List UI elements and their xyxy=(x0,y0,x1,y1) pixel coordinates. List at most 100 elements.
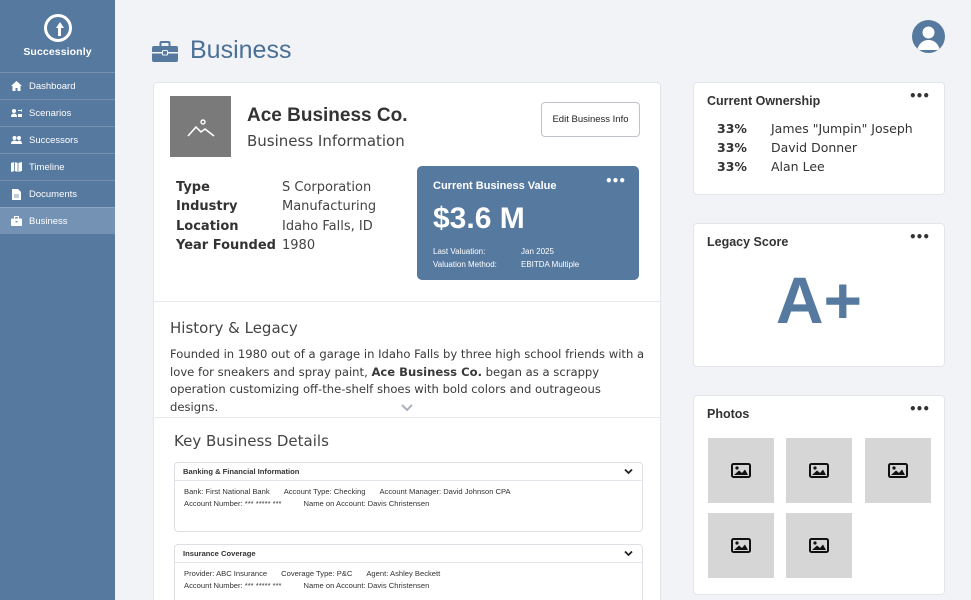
valuation-method-value: EBITDA Multiple xyxy=(521,260,580,269)
sidebar-item-label: Scenarios xyxy=(29,107,72,119)
logo-arrow-icon xyxy=(43,14,72,42)
users-icon xyxy=(11,135,22,145)
detail-bank: Bank: First National Bank xyxy=(184,487,270,496)
photo-thumbnail[interactable] xyxy=(708,513,774,578)
sidebar-item-label: Business xyxy=(29,215,68,227)
sidebar-item-label: Timeline xyxy=(29,161,65,173)
page-header: Business xyxy=(152,36,291,65)
user-icon xyxy=(917,26,940,50)
accordion-title: Banking & Financial Information xyxy=(183,467,300,476)
business-name: Ace Business Co. xyxy=(247,105,408,126)
business-subtitle: Business Information xyxy=(247,132,405,150)
key-details-title: Key Business Details xyxy=(174,432,329,450)
business-facts: Type S Corporation Industry Manufacturing … xyxy=(176,178,376,255)
legacy-title: Legacy Score xyxy=(707,235,789,249)
accordion-header[interactable]: Insurance Coverage xyxy=(175,545,642,563)
sidebar-item-dashboard[interactable]: Dashboard xyxy=(0,72,115,99)
more-options-icon[interactable]: ••• xyxy=(909,230,930,244)
detail-provider: Provider: ABC Insurance xyxy=(184,569,268,578)
business-value-amount: $3.6 M xyxy=(433,202,525,235)
owner-name: James "Jumpin" Joseph xyxy=(771,121,913,136)
last-valuation-label: Last Valuation: xyxy=(433,247,486,256)
detail-agent: Agent: Ashley Beckett xyxy=(366,569,441,578)
legacy-grade: A+ xyxy=(775,263,863,337)
owner-row: 33% Alan Lee xyxy=(717,159,825,174)
history-text-bold: Ace Business Co. xyxy=(371,364,482,379)
detail-account-number: Account Number: *** ***** *** xyxy=(184,580,282,590)
edit-business-button[interactable]: Edit Business Info xyxy=(541,102,640,137)
owner-percent: 33% xyxy=(717,140,747,155)
accordion-body: Bank: First National Bank Account Type: C… xyxy=(175,481,642,509)
section-divider xyxy=(154,301,660,302)
business-value-card: Current Business Value ••• $3.6 M Last V… xyxy=(417,166,639,280)
people-arrow-icon xyxy=(11,108,22,118)
insurance-accordion: Insurance Coverage Provider: ABC Insuran… xyxy=(174,544,643,600)
value-card-title: Current Business Value xyxy=(433,180,557,192)
detail-account-name: Name on Account: Davis Christensen xyxy=(303,580,430,590)
fact-value: Idaho Falls, ID xyxy=(282,218,373,234)
business-image-placeholder[interactable] xyxy=(170,96,231,157)
ownership-card: Current Ownership ••• 33% James "Jumpin" … xyxy=(693,82,945,195)
section-divider xyxy=(154,417,660,418)
sidebar-item-label: Documents xyxy=(29,188,78,200)
expand-chevron-icon[interactable] xyxy=(400,398,414,412)
fact-row-location: Location Idaho Falls, ID xyxy=(176,217,376,236)
sidebar-nav: Dashboard Scenarios Successors Timeline … xyxy=(0,72,115,234)
detail-account-type: Account Type: Checking xyxy=(283,487,366,496)
detail-account-manager: Account Manager: David Johnson CPA xyxy=(379,487,511,496)
photo-thumbnail[interactable] xyxy=(786,513,852,578)
owner-name: Alan Lee xyxy=(771,159,825,174)
user-avatar[interactable] xyxy=(912,20,945,53)
fact-row-industry: Industry Manufacturing xyxy=(176,197,376,216)
sidebar-item-label: Dashboard xyxy=(29,80,76,92)
fact-row-type: Type S Corporation xyxy=(176,178,376,197)
fact-label: Year Founded xyxy=(176,237,276,253)
app-logo[interactable]: Successionly xyxy=(0,14,115,58)
owner-row: 33% James "Jumpin" Joseph xyxy=(717,121,913,136)
photo-thumbnail[interactable] xyxy=(865,438,931,503)
photos-title: Photos xyxy=(707,407,750,421)
photos-card: Photos ••• xyxy=(693,395,945,595)
ownership-title: Current Ownership xyxy=(707,94,821,108)
history-title: History & Legacy xyxy=(170,319,298,337)
owner-name: David Donner xyxy=(771,140,858,155)
sidebar-item-label: Successors xyxy=(29,134,79,146)
photo-thumbnail[interactable] xyxy=(708,438,774,503)
detail-account-number: Account Number: *** ***** *** xyxy=(184,498,282,508)
detail-account-name: Name on Account: Davis Christensen xyxy=(303,498,430,508)
fact-value: Manufacturing xyxy=(282,199,377,215)
valuation-method-label: Valuation Method: xyxy=(433,260,497,269)
owner-row: 33% David Donner xyxy=(717,140,857,155)
app-name: Successionly xyxy=(23,46,92,58)
owner-percent: 33% xyxy=(717,159,747,174)
more-options-icon[interactable]: ••• xyxy=(909,89,930,103)
sidebar-item-business[interactable]: Business xyxy=(0,207,115,234)
map-icon xyxy=(11,162,22,172)
owner-percent: 33% xyxy=(717,121,747,136)
accordion-header[interactable]: Banking & Financial Information xyxy=(175,463,642,481)
sidebar-item-scenarios[interactable]: Scenarios xyxy=(0,99,115,126)
fact-value: S Corporation xyxy=(282,180,372,195)
page-title: Business xyxy=(190,36,292,64)
sidebar: Successionly Dashboard Scenarios Success… xyxy=(0,0,115,600)
sidebar-item-successors[interactable]: Successors xyxy=(0,126,115,153)
chevron-down-icon xyxy=(624,550,633,557)
last-valuation-value: Jan 2025 xyxy=(521,247,554,256)
accordion-body: Provider: ABC Insurance Coverage Type: P&… xyxy=(175,563,642,591)
briefcase-icon xyxy=(152,40,178,62)
fact-row-year-founded: Year Founded 1980 xyxy=(176,236,376,255)
image-icon xyxy=(888,463,908,478)
photo-thumbnail[interactable] xyxy=(786,438,852,503)
fact-label: Type xyxy=(176,180,210,195)
image-icon xyxy=(809,463,829,478)
image-icon xyxy=(731,538,751,553)
banking-accordion: Banking & Financial Information Bank: Fi… xyxy=(174,462,643,532)
more-options-icon[interactable]: ••• xyxy=(909,402,930,416)
more-options-icon[interactable]: ••• xyxy=(605,174,626,188)
home-icon xyxy=(11,81,22,91)
sidebar-item-documents[interactable]: Documents xyxy=(0,180,115,207)
chevron-down-icon xyxy=(624,468,633,475)
sidebar-item-timeline[interactable]: Timeline xyxy=(0,153,115,180)
valuation-meta: Last Valuation: Jan 2025 Valuation Method… xyxy=(433,245,579,271)
accordion-title: Insurance Coverage xyxy=(183,549,256,558)
